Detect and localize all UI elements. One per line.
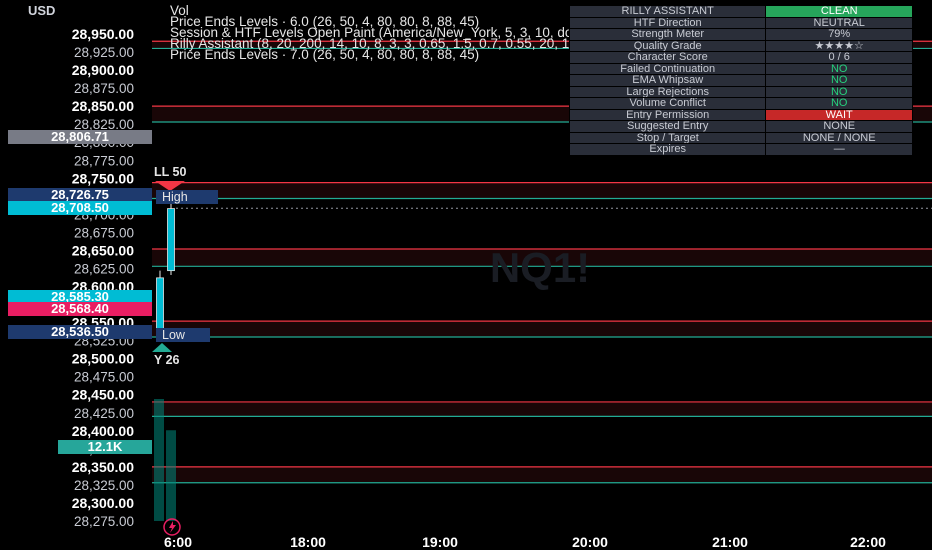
y-label: Y 26 <box>154 353 180 367</box>
time-axis-tick: 19:00 <box>422 534 458 550</box>
panel-row: Stop / Target NONE / NONE <box>568 131 913 144</box>
low-label: Low <box>162 328 186 342</box>
panel-row-label: Quality Grade <box>568 39 767 52</box>
price-badge: 28,708.50 <box>8 201 152 216</box>
price-axis-tick: 28,450.00 <box>72 387 134 403</box>
price-axis-tick: 28,900.00 <box>72 62 134 78</box>
price-axis-tick: 28,500.00 <box>72 351 134 367</box>
price-axis-tick: 28,925.00 <box>74 45 134 60</box>
panel-row-label: Character Score <box>568 51 767 64</box>
panel-row-label: Expires <box>568 143 767 156</box>
panel-header-row: RILLY ASSISTANT CLEAN <box>568 5 913 18</box>
panel-row: Quality Grade ★★★★☆ <box>568 39 913 52</box>
volume-bar <box>166 430 176 521</box>
y-marker-triangle <box>152 343 172 352</box>
price-axis-tick: 28,650.00 <box>72 242 134 258</box>
panel-row-label: Stop / Target <box>568 131 767 144</box>
price-axis-tick: 28,750.00 <box>72 170 134 186</box>
indicator-price-ends-7[interactable]: Price Ends Levels · 7.0 (26, 50, 4, 80, … <box>170 48 479 62</box>
price-axis-tick: 28,950.00 <box>72 26 134 42</box>
volume-bars <box>154 399 176 521</box>
panel-row: EMA Whipsaw NO <box>568 74 913 87</box>
rilly-assistant-panel: RILLY ASSISTANT CLEAN HTF Direction NEUTR… <box>568 5 913 156</box>
price-badge: 28,568.40 <box>8 302 152 317</box>
candles <box>156 201 175 336</box>
panel-row-value: 0 / 6 <box>765 51 913 64</box>
price-badge: 28,806.71 <box>8 130 152 145</box>
panel-row: Entry Permission WAIT <box>568 108 913 121</box>
panel-row-label: Large Rejections <box>568 85 767 98</box>
panel-row-value: — <box>765 143 913 156</box>
time-axis[interactable]: 6:00 18:00 19:00 20:00 21:00 22:00 <box>164 534 886 550</box>
price-axis-tick: 28,425.00 <box>74 406 134 421</box>
price-axis-tick: 28,400.00 <box>72 423 134 439</box>
panel-row-label: Suggested Entry <box>568 120 767 133</box>
panel-row: Strength Meter 79% <box>568 28 913 41</box>
time-axis-tick: 6:00 <box>164 534 192 550</box>
panel-row-value: NONE / NONE <box>765 131 913 144</box>
ll-label: LL 50 <box>154 165 186 179</box>
panel-row-value: NO <box>765 74 913 87</box>
price-axis-tick: 28,775.00 <box>74 153 134 168</box>
price-axis-tick: 28,850.00 <box>72 98 134 114</box>
time-axis-tick: 18:00 <box>290 534 326 550</box>
lightning-icon-glyph <box>169 521 176 533</box>
panel-row-label: Entry Permission <box>568 108 767 121</box>
panel-header-label: RILLY ASSISTANT <box>568 5 767 18</box>
level-band-fill <box>152 466 932 483</box>
price-axis-tick: 28,275.00 <box>74 514 134 529</box>
price-axis-tick: 28,875.00 <box>74 81 134 96</box>
panel-row-value: NO <box>765 97 913 110</box>
high-label: High <box>162 190 188 204</box>
price-axis-tick: 28,675.00 <box>74 225 134 240</box>
time-axis-tick: 22:00 <box>850 534 886 550</box>
price-axis-tick: 28,475.00 <box>74 370 134 385</box>
panel-row-value: NEUTRAL <box>765 16 913 29</box>
price-axis-tick: 28,625.00 <box>74 261 134 276</box>
price-axis-tick: 28,300.00 <box>72 495 134 511</box>
candle-body <box>156 277 164 332</box>
level-band-fill <box>152 321 932 338</box>
panel-row-label: HTF Direction <box>568 16 767 29</box>
panel-row-value: WAIT <box>765 108 913 121</box>
time-axis-tick: 20:00 <box>572 534 608 550</box>
panel-row-value: NO <box>765 85 913 98</box>
volume-badge: 12.1K <box>58 440 152 454</box>
panel-row-label: EMA Whipsaw <box>568 74 767 87</box>
panel-header-value: CLEAN <box>765 5 913 18</box>
panel-row-value: NO <box>765 62 913 75</box>
currency-label[interactable]: USD <box>28 3 55 18</box>
panel-row-label: Volume Conflict <box>568 97 767 110</box>
candle-body <box>167 208 175 272</box>
symbol-watermark: NQ1! <box>490 244 590 291</box>
panel-row-value: ★★★★☆ <box>765 39 913 52</box>
panel-row: HTF Direction NEUTRAL <box>568 16 913 29</box>
panel-row: Volume Conflict NO <box>568 97 913 110</box>
panel-row: Large Rejections NO <box>568 85 913 98</box>
price-axis-tick: 28,325.00 <box>74 478 134 493</box>
panel-row: Expires — <box>568 143 913 156</box>
level-band-fill <box>152 182 932 199</box>
panel-row-value: 79% <box>765 28 913 41</box>
panel-row-label: Strength Meter <box>568 28 767 41</box>
price-axis-tick: 28,350.00 <box>72 459 134 475</box>
panel-row-label: Failed Continuation <box>568 62 767 75</box>
panel-row: Character Score 0 / 6 <box>568 51 913 64</box>
panel-row-value: NONE <box>765 120 913 133</box>
level-band-fill <box>152 401 932 417</box>
time-axis-tick: 21:00 <box>712 534 748 550</box>
price-badge: 28,536.50 <box>8 325 152 340</box>
panel-row: Suggested Entry NONE <box>568 120 913 133</box>
panel-row: Failed Continuation NO <box>568 62 913 75</box>
volume-bar <box>154 399 164 521</box>
